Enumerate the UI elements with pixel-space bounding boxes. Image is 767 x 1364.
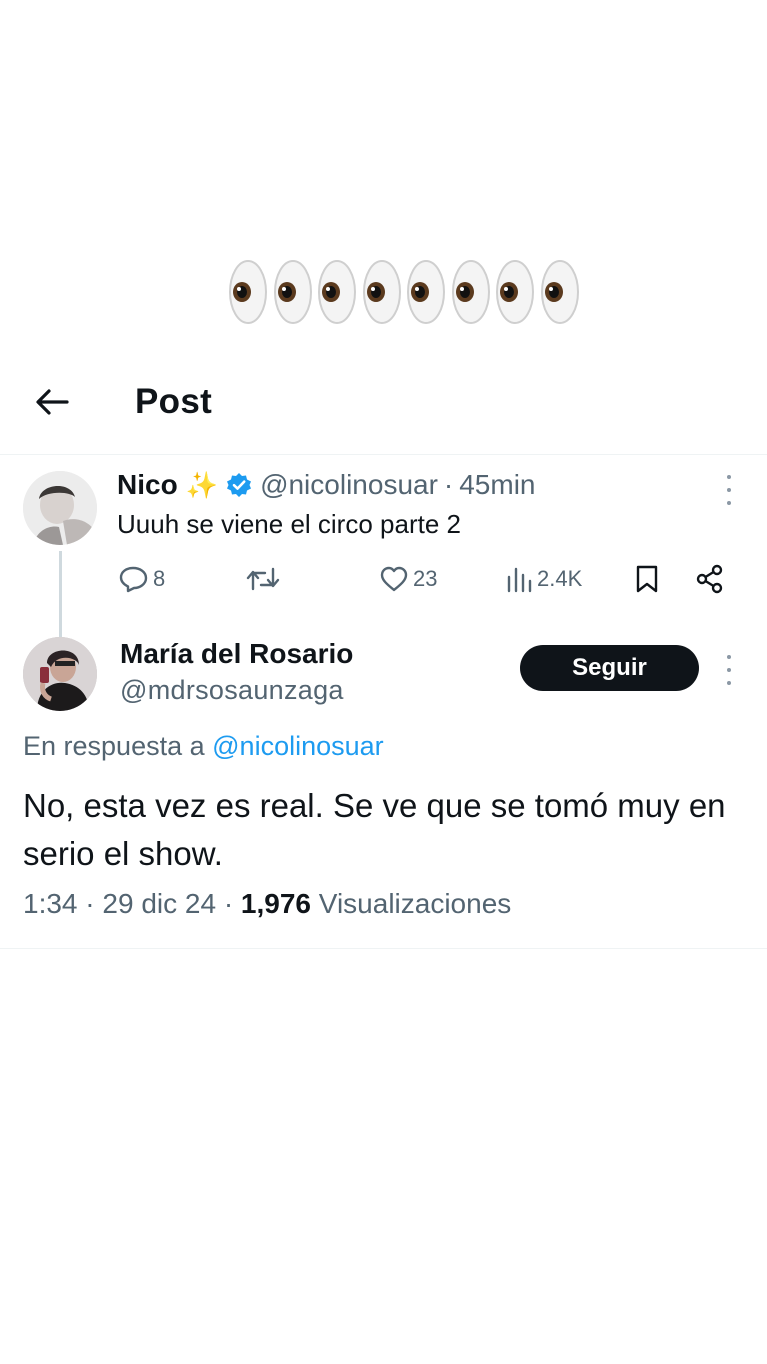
eyes-emoji-icon: [540, 258, 580, 326]
separator: ·: [443, 469, 454, 500]
retweet-button[interactable]: [245, 561, 285, 597]
verified-badge-icon: [227, 473, 252, 497]
post-header: Post: [0, 370, 767, 455]
bookmark-icon: [636, 565, 658, 593]
views-chart-icon: [507, 567, 532, 593]
tweet-date[interactable]: 29 dic 24: [102, 888, 216, 919]
sparkles-icon: ✨: [185, 469, 219, 500]
in-reply-prefix: En respuesta a: [23, 731, 205, 761]
eyes-emoji-icon: [495, 258, 535, 326]
retweet-icon: [246, 567, 280, 591]
author-name[interactable]: María del Rosario: [120, 638, 353, 670]
eyes-emoji-icon: [362, 258, 402, 326]
dot-icon: [727, 655, 731, 659]
separator: ·: [85, 888, 95, 919]
eyes-emoji-icon: [451, 258, 491, 326]
tweet-text: Uuuh se viene el circo parte 2: [117, 509, 461, 539]
bookmark-button[interactable]: [634, 561, 660, 597]
reply-count: 8: [153, 566, 166, 591]
author-name[interactable]: Nico: [117, 469, 178, 501]
separator: ·: [223, 888, 234, 919]
like-count: 23: [413, 566, 438, 591]
reply-tweet: María del Rosario @mdrsosaunzaga Seguir …: [0, 630, 767, 949]
share-button[interactable]: [695, 561, 725, 597]
tweet-header: Nico ✨ @nicolinosuar · 45min: [117, 469, 536, 501]
views-label: Visualizaciones: [318, 888, 512, 919]
tweet-meta: 1:34 · 29 dic 24 · 1,976 Visualizaciones: [23, 888, 511, 920]
in-reply-to: En respuesta a @nicolinosuar: [23, 731, 384, 762]
avatar[interactable]: [23, 637, 97, 711]
eyes-emoji-icon: [317, 258, 357, 326]
arrow-left-icon: [36, 389, 69, 415]
mention-link[interactable]: @nicolinosuar: [212, 731, 384, 761]
follow-button[interactable]: Seguir: [520, 645, 699, 691]
avatar[interactable]: [23, 471, 97, 545]
eyes-emoji-icon: [406, 258, 446, 326]
eyes-emoji-icon: [273, 258, 313, 326]
reply-button[interactable]: 8: [119, 561, 165, 597]
back-button[interactable]: [30, 385, 74, 419]
tweet-actions: 8 23 2.4K: [117, 561, 737, 597]
author-handle[interactable]: @nicolinosuar: [260, 469, 438, 501]
heart-icon: [380, 566, 408, 592]
tweet-time[interactable]: 1:34: [23, 888, 78, 919]
dot-icon: [727, 501, 731, 505]
views-button[interactable]: 2.4K: [505, 561, 582, 597]
dot-icon: [727, 681, 731, 685]
like-button[interactable]: 23: [379, 561, 437, 597]
views-count: 1,976: [240, 888, 311, 919]
views-count: 2.4K: [537, 566, 583, 591]
comment-icon: [119, 566, 148, 593]
parent-tweet[interactable]: Nico ✨ @nicolinosuar · 45min Uuuh se vie…: [0, 455, 767, 637]
more-options-button[interactable]: [717, 475, 741, 505]
thread-line: [59, 551, 62, 637]
share-icon: [696, 564, 723, 594]
page-title: Post: [135, 382, 213, 421]
more-options-button[interactable]: [717, 655, 741, 685]
eyes-emoji-icon: [228, 258, 268, 326]
tweet-time[interactable]: 45min: [459, 469, 535, 501]
dot-icon: [727, 488, 731, 492]
tweet-text: No, esta vez es real. Se ve que se tomó …: [23, 787, 726, 872]
author-handle[interactable]: @mdrsosaunzaga: [120, 675, 344, 706]
dot-icon: [727, 475, 731, 479]
eyes-emoji-row: [228, 258, 580, 328]
dot-icon: [727, 668, 731, 672]
